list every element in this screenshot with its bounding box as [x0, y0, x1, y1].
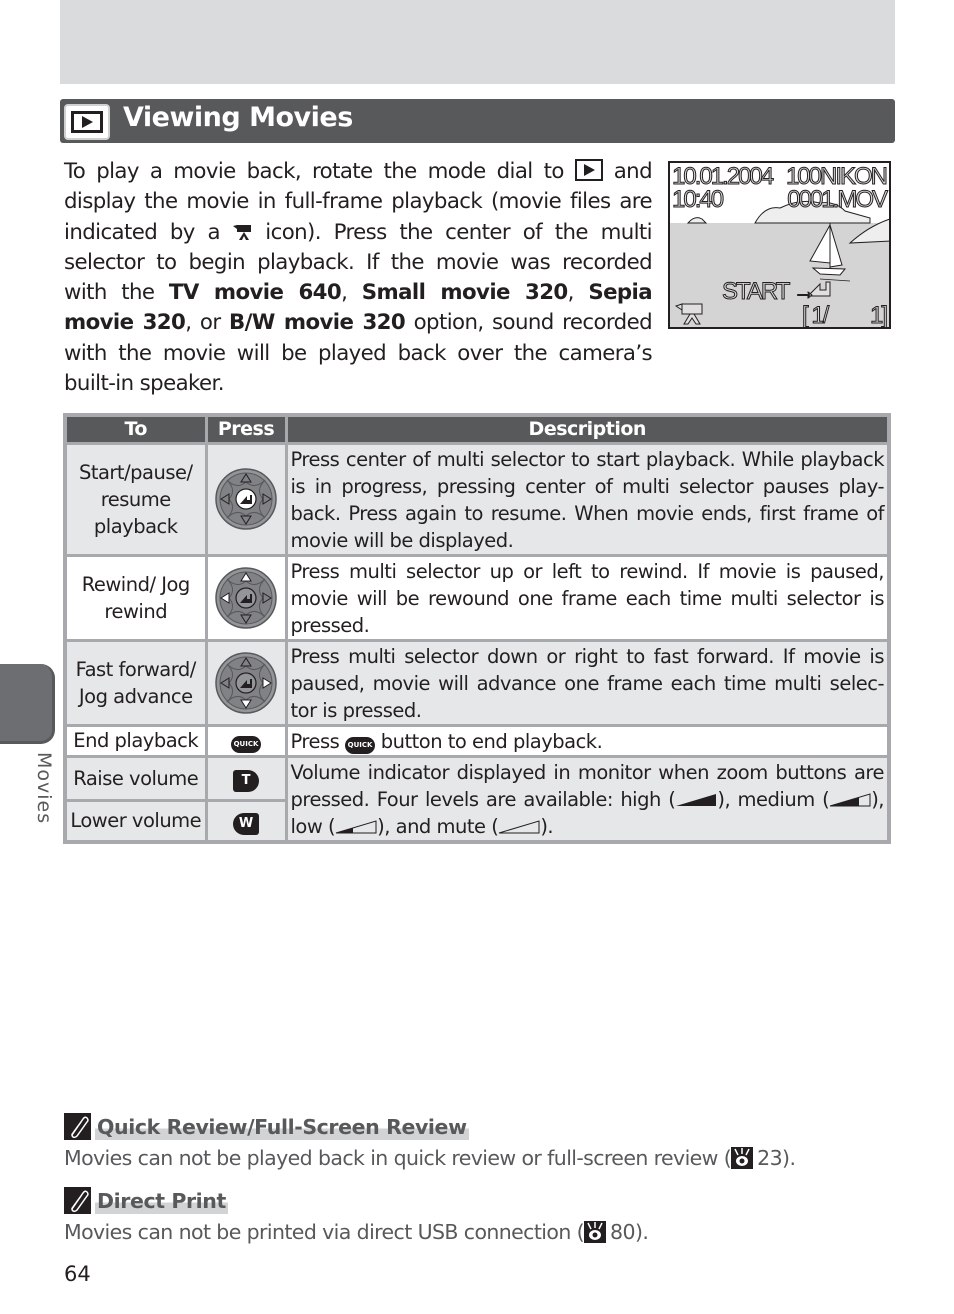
row-description: Press QUICK button to end playback. [284, 723, 891, 758]
start-prompt: START → [722, 278, 818, 305]
page-reference-icon [584, 1221, 607, 1243]
volume-mute-icon [499, 819, 540, 833]
note-text: ). [782, 1146, 796, 1170]
quick-button-icon: QUICK [345, 736, 376, 754]
section-title-bar: Viewing Movies [60, 99, 895, 143]
page-reference-icon [731, 1147, 754, 1169]
note-text: Movies can not be printed via direct USB… [64, 1220, 585, 1244]
table-header-row: To Press Description [63, 413, 891, 445]
monitor-illustration: 10.01.2004 10:40 100NIKON 0001.MOV START… [668, 161, 891, 329]
note-title: Direct Print [95, 1187, 228, 1214]
playback-controls-table: To Press Description Start/pause/ resume… [63, 413, 891, 844]
desc-text: ), and mute ( [377, 814, 499, 838]
option-bw-movie-320: B/W movie 320 [229, 310, 406, 336]
note-clip-icon [64, 1113, 91, 1140]
page-reference: 23 [757, 1146, 783, 1170]
volume-medium-icon [830, 792, 871, 806]
frame-counter-left: [ 1/ [801, 302, 829, 329]
intro-text: To play a movie back, rotate the mode di… [64, 159, 564, 184]
press-cell: W [204, 798, 288, 844]
note-body: Movies can not be printed via direct USB… [64, 1220, 649, 1244]
playback-icon [574, 159, 603, 181]
page-number: 64 [64, 1262, 91, 1286]
option-small-movie-320: Small movie 320 [361, 280, 568, 306]
press-cell: T [204, 754, 288, 802]
zoom-tele-button-icon: T [233, 770, 259, 793]
press-cell [204, 441, 288, 557]
table-row: End playback QUICK Press QUICK button to… [63, 723, 891, 758]
press-cell: QUICK [204, 723, 288, 758]
desc-text: Press [290, 729, 340, 753]
section-tab-label: Movies [33, 752, 55, 825]
table-row: Fast forward/ Jog advance Press multi se… [63, 638, 891, 727]
volume-low-icon [335, 819, 377, 833]
header-press: Press [204, 413, 288, 445]
multi-selector-icon [215, 468, 277, 530]
note-heading: Direct Print [64, 1187, 228, 1214]
separator: , or [185, 310, 221, 336]
row-action: Fast forward/ Jog advance [63, 638, 208, 727]
intro-paragraph: To play a movie back, rotate the mode di… [64, 157, 653, 399]
playback-mode-icon [64, 104, 110, 140]
row-action: Start/pause/ resume playback [63, 441, 208, 557]
header-to: To [63, 413, 208, 445]
row-description: Press multi selector up or left to rewin… [284, 553, 891, 642]
row-action: Rewind/ Jog rewind [63, 553, 208, 642]
page-reference: 80 [610, 1220, 635, 1244]
table-row: Start/pause/ resume playback Press cente… [63, 441, 891, 557]
table-row: Raise volume T Volume indicator displaye… [63, 754, 891, 843]
press-cell [204, 638, 288, 727]
separator: , [341, 280, 348, 306]
header-band [60, 0, 895, 84]
separator: , [567, 280, 575, 306]
quick-button-icon: QUICK [231, 736, 261, 753]
note-heading: Quick Review/Full-Screen Review [64, 1113, 469, 1140]
note-text: ). [634, 1220, 649, 1244]
page-title: Viewing Movies [123, 102, 353, 133]
file-readout: 0001.MOV [787, 186, 889, 213]
multi-selector-icon [215, 651, 277, 714]
table-row: Rewind/ Jog rewind Press multi selector … [63, 553, 891, 642]
desc-text: button to end playback. [380, 729, 603, 753]
option-tv-movie-640: TV movie 640 [168, 280, 342, 306]
zoom-wide-button-icon: W [233, 812, 259, 835]
header-description: Description [284, 413, 891, 445]
note-body: Movies can not be played back in quick r… [64, 1146, 796, 1170]
row-description: Volume indicator displayed in monitor wh… [284, 754, 891, 843]
note-text: Movies can not be played back in quick r… [64, 1146, 732, 1170]
desc-text: ). [540, 814, 554, 838]
row-action: End playback [63, 723, 208, 758]
time-readout: 10:40 [671, 186, 724, 213]
note-title: Quick Review/Full-Screen Review [95, 1113, 469, 1140]
row-action: Raise volume [63, 754, 208, 802]
volume-high-icon [676, 793, 717, 806]
note-clip-icon [64, 1187, 91, 1214]
row-description: Press multi selector down or right to fa… [284, 638, 891, 727]
row-description: Press center of multi selector to start … [284, 441, 891, 557]
desc-text: ), medium ( [717, 787, 830, 811]
section-tab [0, 664, 55, 744]
row-action: Lower volume [63, 798, 208, 844]
frame-counter-right: 1] [869, 302, 888, 329]
movie-camera-icon [232, 219, 253, 240]
multi-selector-icon [215, 566, 277, 629]
press-cell [204, 553, 288, 642]
